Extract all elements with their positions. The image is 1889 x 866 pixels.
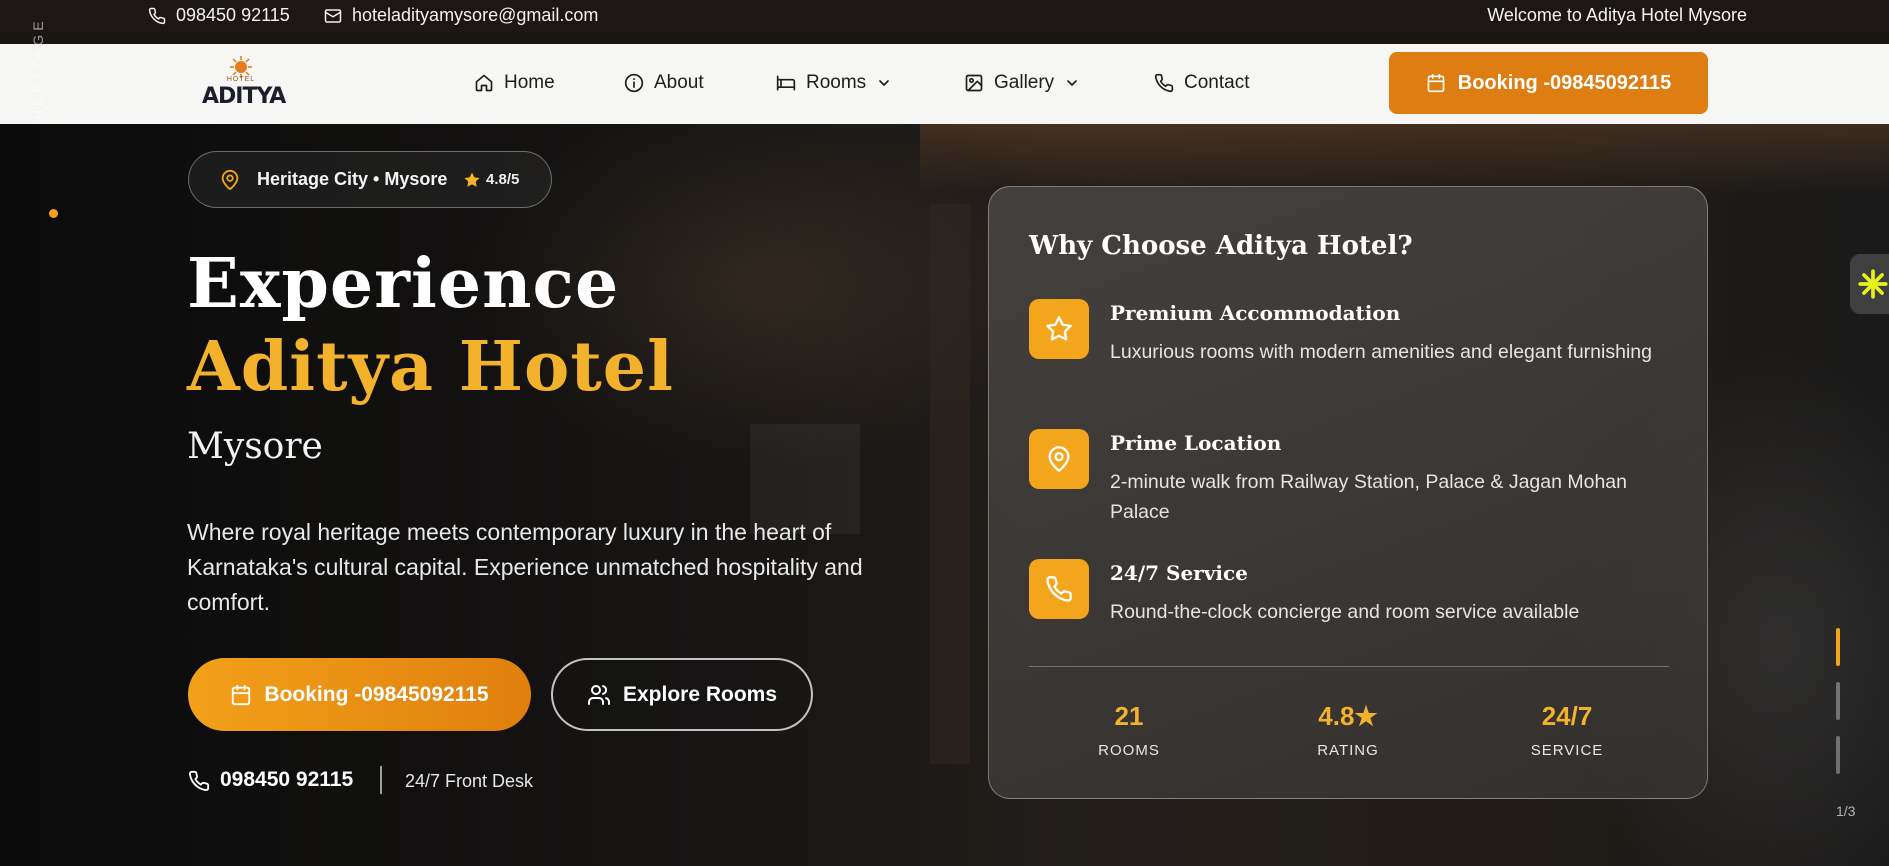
hero-booking-button[interactable]: Booking -09845092115 xyxy=(188,658,531,731)
logo-brand-text: ADITYA xyxy=(202,84,286,109)
explore-rooms-label: Explore Rooms xyxy=(622,682,778,706)
stat-service: 24/7 SERVICE xyxy=(1487,701,1647,759)
slide-indicator[interactable] xyxy=(1836,682,1840,720)
feature-title: 24/7 Service xyxy=(1110,561,1248,585)
rating-text: 4.8/5 xyxy=(486,171,520,188)
home-icon xyxy=(474,73,494,93)
stat-value: 24/7 xyxy=(1541,701,1593,731)
phone-icon xyxy=(148,7,166,25)
users-icon xyxy=(587,683,611,707)
feature-desc: 2-minute walk from Railway Station, Pala… xyxy=(1110,471,1627,523)
nav-item-gallery[interactable]: Gallery xyxy=(964,72,1080,94)
location-text: Heritage City • Mysore xyxy=(257,169,448,189)
star-icon xyxy=(463,171,481,189)
explore-rooms-button[interactable]: Explore Rooms xyxy=(551,658,813,731)
image-icon xyxy=(964,73,984,93)
phone-separator xyxy=(380,766,382,794)
slide-counter: 1/3 xyxy=(1836,803,1856,819)
location-pin-icon xyxy=(1029,429,1089,489)
stat-label: ROOMS xyxy=(1098,742,1160,759)
stat-value: 21 xyxy=(1114,701,1144,731)
nav-item-label: Gallery xyxy=(994,72,1055,93)
nav-booking-label: Booking -09845092115 xyxy=(1457,71,1672,94)
feature-title: Prime Location xyxy=(1110,431,1282,455)
location-pill: Heritage City • Mysore 4.8/5 xyxy=(188,151,552,208)
mail-icon xyxy=(324,7,342,25)
nav-item-label: Home xyxy=(504,72,555,93)
feature-title: Premium Accommodation xyxy=(1110,301,1401,325)
nav-item-about[interactable]: About xyxy=(624,72,704,94)
location-pin-icon xyxy=(219,169,241,191)
vertical-dot xyxy=(49,209,58,218)
top-info-bar: 098450 92115 hoteladityamysore@gmail.com… xyxy=(0,0,1889,32)
nav-item-label: About xyxy=(654,72,704,93)
hero-title-line1: Experience xyxy=(187,244,620,324)
topbar-phone-text: 098450 92115 xyxy=(176,5,290,25)
stat-value: 4.8★ xyxy=(1318,701,1378,731)
logo-hotel-text: HOTEL xyxy=(226,76,256,83)
slide-indicator-active[interactable] xyxy=(1836,628,1840,666)
chevron-down-icon xyxy=(876,75,892,91)
card-divider xyxy=(1029,666,1669,667)
asterisk-icon xyxy=(1856,267,1889,301)
stat-label: RATING xyxy=(1317,742,1379,759)
vertical-heritage-text: HERITAGE xyxy=(30,17,46,120)
phone-icon xyxy=(1154,73,1174,93)
feature-desc: Round-the-clock concierge and room servi… xyxy=(1110,601,1580,623)
calendar-icon xyxy=(1426,73,1446,93)
topbar-email[interactable]: hoteladityamysore@gmail.com xyxy=(324,5,598,26)
hero-title-line2: Aditya Hotel xyxy=(187,327,674,407)
hero-subtitle: Mysore xyxy=(187,426,323,467)
phone-icon xyxy=(1029,559,1089,619)
topbar-welcome: Welcome to Aditya Hotel Mysore xyxy=(1487,5,1747,25)
chevron-down-icon xyxy=(1064,75,1080,91)
nav-item-label: Contact xyxy=(1184,72,1250,93)
sun-logo-icon xyxy=(230,56,252,78)
calendar-icon xyxy=(230,684,252,706)
why-choose-card: Why Choose Aditya Hotel? Premium Accommo… xyxy=(988,186,1708,799)
hero-phone-number[interactable]: 098450 92115 xyxy=(220,768,353,792)
hero-description: Where royal heritage meets contemporary … xyxy=(187,519,863,615)
topbar-phone[interactable]: 098450 92115 xyxy=(148,5,290,26)
main-navbar: HOTEL ADITYA Home About Rooms Gallery Co… xyxy=(0,44,1889,124)
nav-item-home[interactable]: Home xyxy=(474,72,555,94)
nav-item-contact[interactable]: Contact xyxy=(1154,72,1249,94)
stat-label: SERVICE xyxy=(1530,742,1604,759)
hero-booking-label: Booking -09845092115 xyxy=(264,682,489,706)
feature-desc: Luxurious rooms with modern amenities an… xyxy=(1110,341,1652,363)
stat-rooms: 21 ROOMS xyxy=(1049,701,1209,759)
stat-rating: 4.8★ RATING xyxy=(1268,701,1428,759)
nav-item-label: Rooms xyxy=(806,72,867,93)
hotel-logo[interactable]: HOTEL ADITYA xyxy=(202,56,286,116)
bed-icon xyxy=(776,73,796,93)
slide-indicator[interactable] xyxy=(1836,736,1840,774)
nav-item-rooms[interactable]: Rooms xyxy=(776,72,892,94)
info-icon xyxy=(624,73,644,93)
accessibility-widget[interactable] xyxy=(1850,254,1889,314)
topbar-email-text: hoteladityamysore@gmail.com xyxy=(352,5,599,25)
nav-booking-button[interactable]: Booking -09845092115 xyxy=(1389,52,1708,114)
card-title: Why Choose Aditya Hotel? xyxy=(1029,231,1413,261)
star-icon xyxy=(1029,299,1089,359)
front-desk-text: 24/7 Front Desk xyxy=(405,771,534,791)
phone-icon xyxy=(188,770,210,792)
